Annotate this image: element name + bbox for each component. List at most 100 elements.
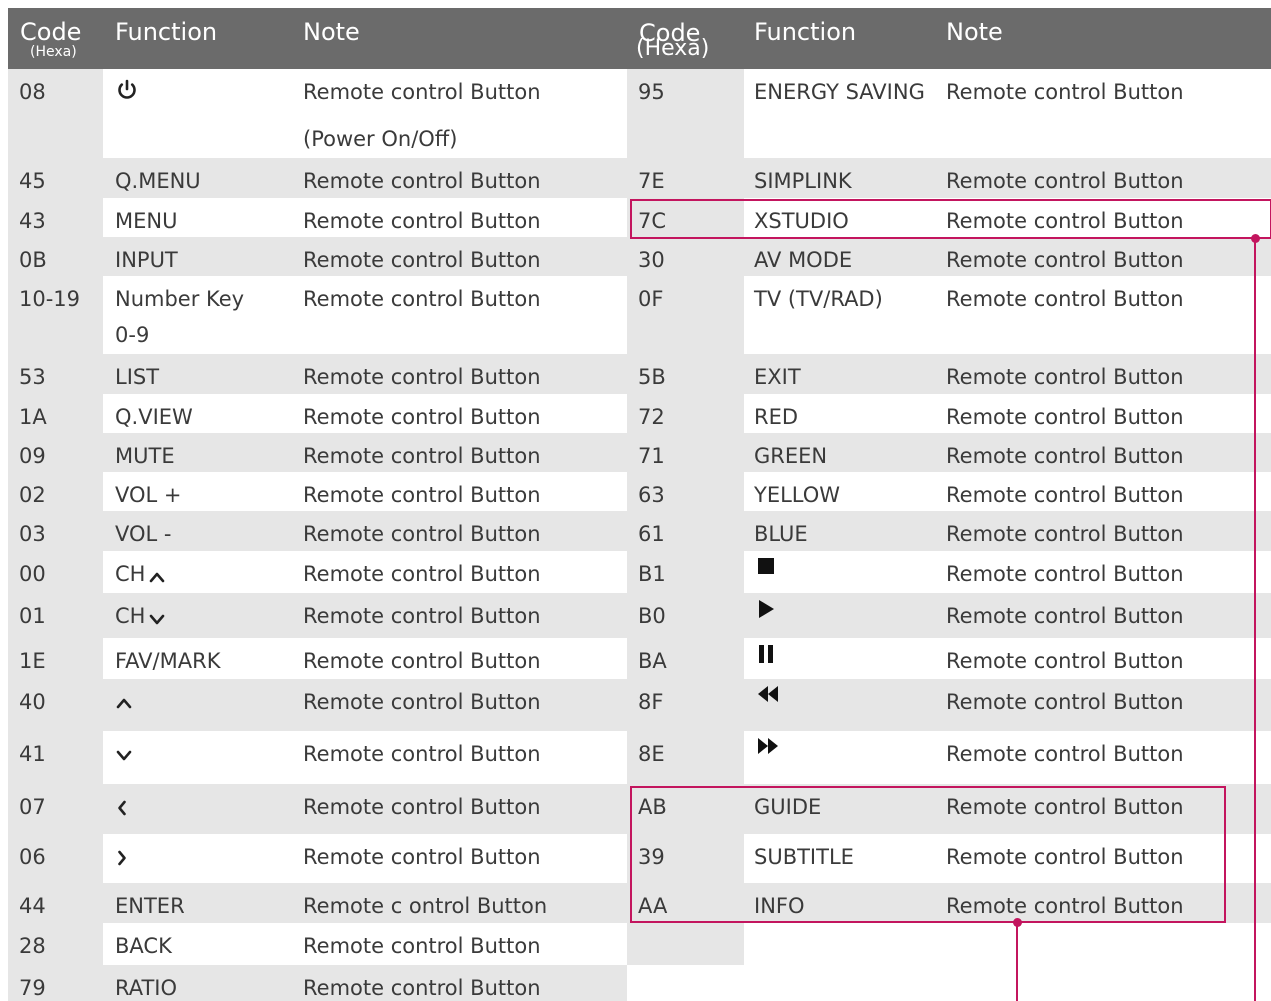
- right-code: B0: [638, 604, 666, 628]
- left-header-code-sub: (Hexa): [30, 44, 77, 60]
- stop-icon: [756, 556, 776, 576]
- left-note: Remote control Button: [303, 604, 541, 628]
- left-note: Remote control Button: [303, 287, 541, 311]
- left-function: MENU: [115, 209, 178, 233]
- left-note: Remote control Button: [303, 405, 541, 429]
- power-icon: [115, 78, 139, 102]
- chevron-down-icon: [148, 612, 166, 626]
- right-code: 7E: [638, 169, 665, 193]
- right-note: Remote control Button: [946, 248, 1184, 272]
- left-header-code: Code: [20, 18, 82, 46]
- chevron-left-icon: [116, 799, 128, 817]
- right-header-note: Note: [946, 18, 1003, 46]
- right-code: 8F: [638, 690, 664, 714]
- chevron-up-icon: [148, 570, 166, 584]
- left-function: CH: [115, 604, 146, 628]
- left-function: MUTE: [115, 444, 175, 468]
- left-note-line2: (Power On/Off): [303, 127, 458, 151]
- right-code: 8E: [638, 742, 665, 766]
- left-function: BACK: [115, 934, 172, 958]
- right-code: BA: [638, 649, 667, 673]
- right-function: ENERGY SAVING: [754, 80, 925, 104]
- right-note: Remote control Button: [946, 405, 1184, 429]
- right-note: Remote control Button: [946, 169, 1184, 193]
- right-note: Remote control Button: [946, 80, 1184, 104]
- right-note: Remote control Button: [946, 742, 1184, 766]
- left-function: Q.VIEW: [115, 405, 193, 429]
- left-function: INPUT: [115, 248, 178, 272]
- left-code: 53: [19, 365, 46, 389]
- left-function: FAV/MARK: [115, 649, 221, 673]
- right-row-bg: [744, 923, 1271, 965]
- chevron-down-icon: [115, 748, 133, 762]
- right-note: Remote control Button: [946, 690, 1184, 714]
- left-code: 43: [19, 209, 46, 233]
- left-code: 01: [19, 604, 46, 628]
- right-note: Remote control Button: [946, 483, 1184, 507]
- right-code: 95: [638, 80, 665, 104]
- left-note: Remote control Button: [303, 209, 541, 233]
- guide-info-callout-box: [630, 786, 1226, 923]
- left-code: 1E: [19, 649, 46, 673]
- left-note: Remote control Button: [303, 522, 541, 546]
- left-function: RATIO: [115, 976, 178, 1000]
- left-code: 45: [19, 169, 46, 193]
- left-code: 06: [19, 845, 46, 869]
- rewind-icon: [756, 684, 780, 704]
- right-code: 61: [638, 522, 665, 546]
- chevron-up-icon: [115, 696, 133, 710]
- pause-icon: [756, 643, 776, 665]
- right-function: YELLOW: [754, 483, 841, 507]
- left-function: Number Key: [115, 287, 245, 311]
- right-function: GREEN: [754, 444, 828, 468]
- right-header-code-sub: (Hexa): [636, 36, 710, 61]
- fast-forward-icon: [756, 736, 780, 756]
- left-function: ENTER: [115, 894, 185, 918]
- left-code: 44: [19, 894, 46, 918]
- right-header-function: Function: [754, 18, 857, 46]
- right-code: 30: [638, 248, 665, 272]
- left-note: Remote control Button: [303, 649, 541, 673]
- right-code: B1: [638, 562, 666, 586]
- left-header-function: Function: [115, 18, 218, 46]
- left-note: Remote control Button: [303, 248, 541, 272]
- left-code: 28: [19, 934, 46, 958]
- left-note: Remote control Button: [303, 934, 541, 958]
- right-note: Remote control Button: [946, 522, 1184, 546]
- right-code-cell: [627, 923, 744, 965]
- right-note: Remote control Button: [946, 562, 1184, 586]
- right-code: 5B: [638, 365, 666, 389]
- right-note: Remote control Button: [946, 365, 1184, 389]
- left-code: 0B: [19, 248, 47, 272]
- xstudio-callout-leader: [1254, 238, 1256, 1001]
- left-function: VOL -: [115, 522, 172, 546]
- left-note: Remote control Button: [303, 562, 541, 586]
- right-note: Remote control Button: [946, 649, 1184, 673]
- left-code: 10-19: [19, 287, 81, 311]
- left-code: 41: [19, 742, 46, 766]
- guide-info-callout-leader: [1016, 922, 1018, 1001]
- left-note: Remote control Button: [303, 845, 541, 869]
- left-note: Remote control Button: [303, 365, 541, 389]
- left-note: Remote c ontrol Button: [303, 894, 548, 918]
- right-function: AV MODE: [754, 248, 853, 272]
- left-function: Q.MENU: [115, 169, 201, 193]
- left-code: 79: [19, 976, 46, 1000]
- left-code: 03: [19, 522, 46, 546]
- left-function: LIST: [115, 365, 160, 389]
- right-note: Remote control Button: [946, 604, 1184, 628]
- right-function: RED: [754, 405, 799, 429]
- left-code: 00: [19, 562, 46, 586]
- left-note: Remote control Button: [303, 795, 541, 819]
- left-note: Remote control Button: [303, 80, 541, 104]
- left-note: Remote control Button: [303, 483, 541, 507]
- right-code: 71: [638, 444, 665, 468]
- left-note: Remote control Button: [303, 742, 541, 766]
- right-code: 63: [638, 483, 665, 507]
- left-code: 07: [19, 795, 46, 819]
- left-note: Remote control Button: [303, 169, 541, 193]
- left-note: Remote control Button: [303, 690, 541, 714]
- right-code: 72: [638, 405, 665, 429]
- right-function: SIMPLINK: [754, 169, 852, 193]
- play-icon: [756, 598, 776, 620]
